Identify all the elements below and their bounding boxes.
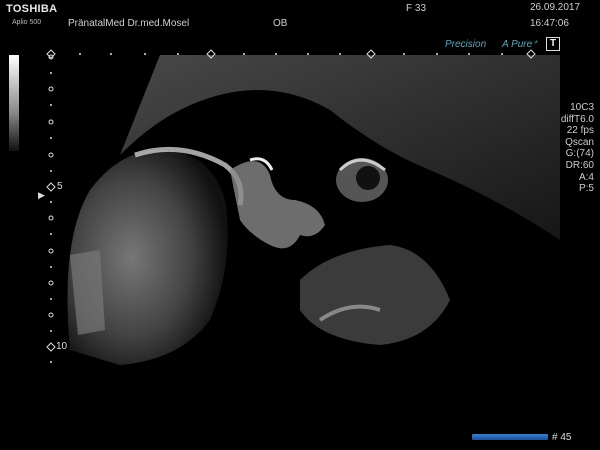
frame-number: # 45: [552, 432, 572, 443]
depth-label-5: 5: [57, 181, 63, 192]
focus-marker-icon: ▶: [38, 190, 45, 200]
depth-label-10: 10: [56, 341, 68, 352]
dynamic-range-param: DR:60: [565, 159, 594, 171]
gain-param: G:(74): [565, 148, 594, 160]
cine-progress-bar[interactable]: [472, 434, 548, 440]
mode-param: diffT6.0: [560, 113, 594, 125]
qscan-param: Qscan: [565, 136, 594, 148]
probe-param: 10C3: [570, 102, 594, 113]
framerate-param: 22 fps: [566, 125, 594, 137]
parameter-panel: 10C3 diffT6.0 22 fps Qscan G:(74) DR:60 …: [561, 102, 594, 195]
lateral-scale: [79, 49, 536, 59]
p-param: P:5: [578, 183, 594, 195]
a-param: A:4: [578, 171, 594, 183]
ultrasound-image: [67, 55, 560, 365]
